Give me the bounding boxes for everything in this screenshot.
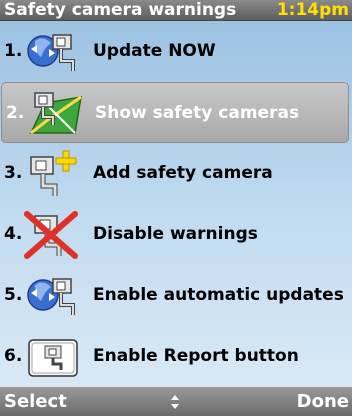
add-camera-icon (30, 150, 77, 196)
menu-item-label: Disable warnings (93, 224, 258, 244)
menu-item-number: 1. (4, 41, 23, 61)
window-title: Safety camera warnings (4, 0, 237, 20)
menu-item-label: Enable automatic updates (93, 285, 344, 305)
menu-item-add-safety-camera[interactable]: 3. Add safety camera (0, 143, 352, 204)
select-softkey[interactable]: Select (4, 387, 67, 416)
menu-item-update-now[interactable]: 1. Update NOW (0, 21, 352, 82)
menu-item-number: 2. (6, 103, 25, 123)
disable-warnings-icon (24, 211, 78, 259)
menu-item-number: 3. (4, 163, 23, 183)
auto-update-icon (27, 278, 75, 315)
menu-item-number: 4. (4, 224, 23, 244)
menu-item-label: Enable Report button (93, 346, 299, 366)
menu-item-show-safety-cameras[interactable]: 2. Show safety cameras (1, 82, 349, 143)
menu-item-disable-warnings[interactable]: 4. Disable warnings (0, 204, 352, 265)
menu-item-label: Show safety cameras (95, 103, 300, 123)
menu-item-enable-report-button[interactable]: 6. Enable Report button (0, 326, 352, 387)
menu-list: 1. Update NOW 2. Show safety cameras 3. (0, 21, 352, 387)
done-softkey[interactable]: Done (297, 387, 349, 416)
menu-item-label: Update NOW (93, 41, 216, 61)
scroll-arrows-icon (171, 395, 179, 409)
clock: 1:14pm (276, 0, 349, 20)
menu-item-number: 5. (4, 285, 23, 305)
menu-item-enable-automatic-updates[interactable]: 5. Enable automatic updates (0, 265, 352, 326)
menu-item-label: Add safety camera (93, 163, 273, 183)
softkey-bar: Select Done (0, 387, 352, 416)
menu-item-number: 6. (4, 346, 23, 366)
report-button-icon (28, 339, 78, 377)
update-now-icon (27, 34, 75, 71)
title-bar: Safety camera warnings 1:14pm (0, 0, 352, 21)
map-camera-icon (29, 92, 82, 135)
